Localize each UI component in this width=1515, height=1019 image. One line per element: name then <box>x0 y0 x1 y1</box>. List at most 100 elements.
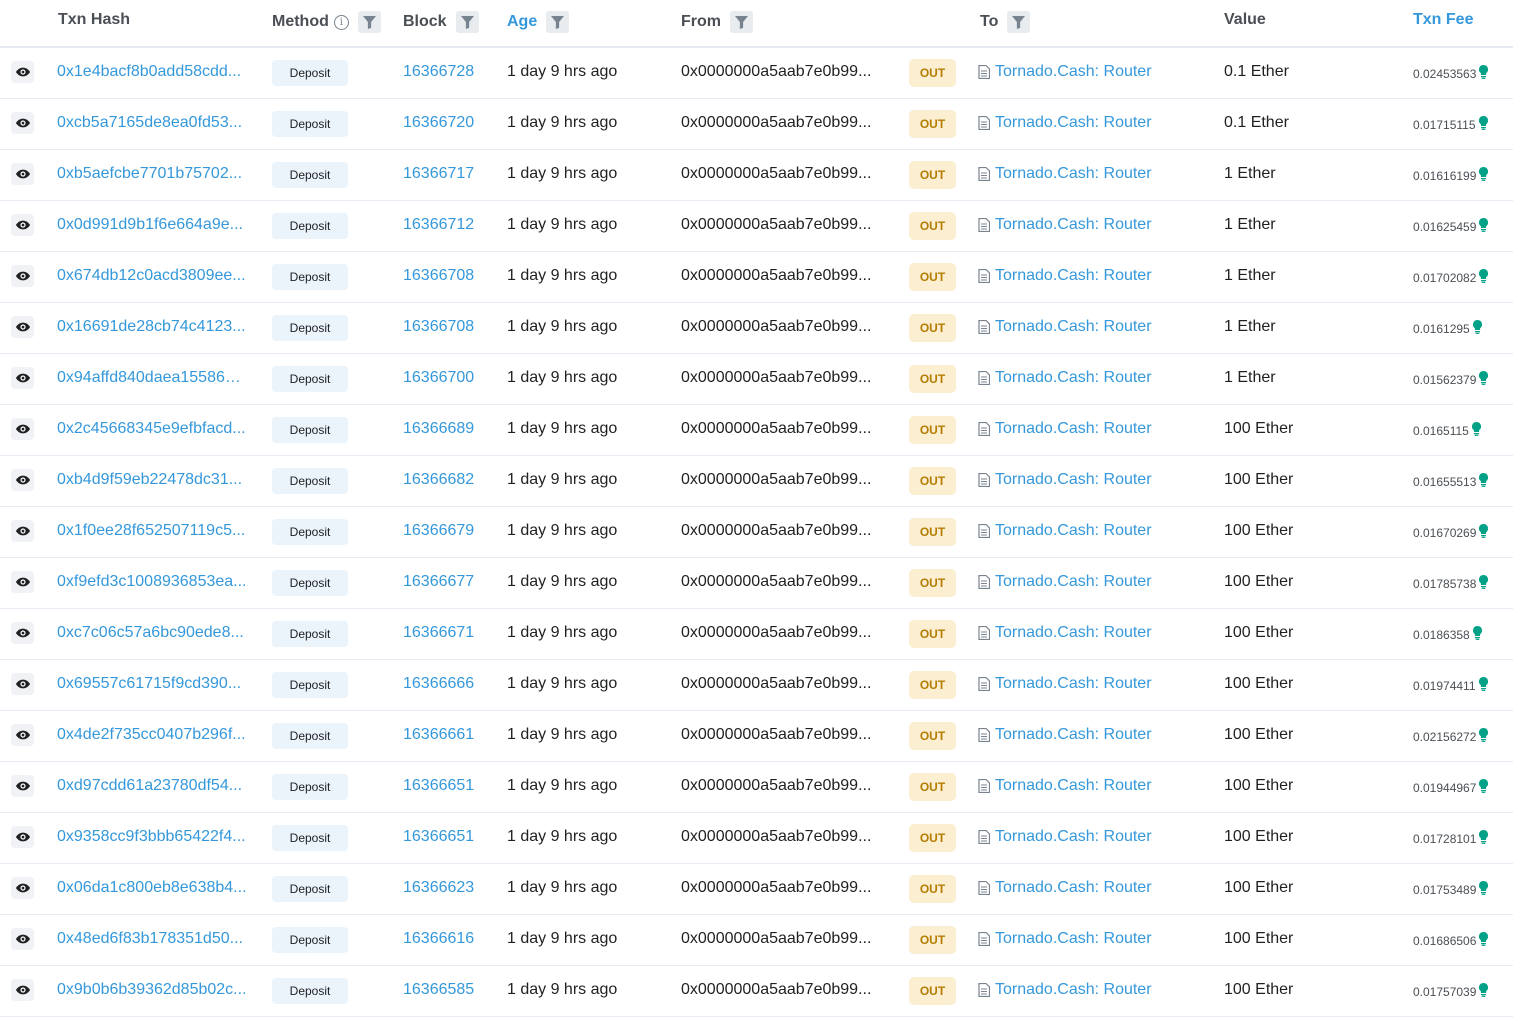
block-link[interactable]: 16366728 <box>403 63 474 81</box>
to-address[interactable]: Tornado.Cash: Router <box>978 675 1152 693</box>
eye-icon[interactable] <box>11 163 34 185</box>
to-address[interactable]: Tornado.Cash: Router <box>978 63 1152 81</box>
lightbulb-icon[interactable] <box>1478 676 1488 694</box>
to-address[interactable]: Tornado.Cash: Router <box>978 369 1152 387</box>
eye-icon[interactable] <box>11 826 34 848</box>
to-address[interactable]: Tornado.Cash: Router <box>978 471 1152 489</box>
txn-hash-link[interactable]: 0xd97cdd61a23780df54... <box>57 777 247 795</box>
txn-hash-link[interactable]: 0x0d991d9b1f6e664a9e... <box>57 216 247 234</box>
to-contract-link[interactable]: Tornado.Cash: Router <box>995 318 1152 336</box>
to-address[interactable]: Tornado.Cash: Router <box>978 420 1152 438</box>
block-link[interactable]: 16366661 <box>403 726 474 744</box>
lightbulb-icon[interactable] <box>1479 931 1489 949</box>
block-link[interactable]: 16366689 <box>403 420 474 438</box>
lightbulb-icon[interactable] <box>1479 727 1489 745</box>
block-link[interactable]: 16366717 <box>403 165 474 183</box>
to-address[interactable]: Tornado.Cash: Router <box>978 522 1152 540</box>
block-link[interactable]: 16366585 <box>403 981 474 999</box>
filter-icon[interactable] <box>455 11 479 33</box>
txn-hash-link[interactable]: 0x48ed6f83b178351d50... <box>57 930 247 948</box>
eye-icon[interactable] <box>11 979 34 1001</box>
info-icon[interactable]: i <box>333 14 349 30</box>
eye-icon[interactable] <box>11 571 34 593</box>
header-txn-fee[interactable]: Txn Fee <box>1413 11 1473 29</box>
to-contract-link[interactable]: Tornado.Cash: Router <box>995 522 1152 540</box>
block-link[interactable]: 16366666 <box>403 675 474 693</box>
lightbulb-icon[interactable] <box>1471 421 1481 439</box>
to-address[interactable]: Tornado.Cash: Router <box>978 267 1152 285</box>
txn-hash-link[interactable]: 0x69557c61715f9cd390... <box>57 675 247 693</box>
lightbulb-icon[interactable] <box>1479 778 1489 796</box>
eye-icon[interactable] <box>11 214 34 236</box>
to-address[interactable]: Tornado.Cash: Router <box>978 624 1152 642</box>
eye-icon[interactable] <box>11 520 34 542</box>
to-address[interactable]: Tornado.Cash: Router <box>978 318 1152 336</box>
block-link[interactable]: 16366616 <box>403 930 474 948</box>
block-link[interactable]: 16366712 <box>403 216 474 234</box>
txn-hash-link[interactable]: 0xb4d9f59eb22478dc31... <box>57 471 247 489</box>
eye-icon[interactable] <box>11 469 34 491</box>
block-link[interactable]: 16366677 <box>403 573 474 591</box>
txn-hash-link[interactable]: 0x1f0ee28f652507119c5... <box>57 522 247 540</box>
txn-hash-link[interactable]: 0x9358cc9f3bbb65422f4... <box>57 828 247 846</box>
lightbulb-icon[interactable] <box>1478 115 1488 133</box>
to-contract-link[interactable]: Tornado.Cash: Router <box>995 777 1152 795</box>
to-address[interactable]: Tornado.Cash: Router <box>978 777 1152 795</box>
block-link[interactable]: 16366700 <box>403 369 474 387</box>
header-txn-fee-label[interactable]: Txn Fee <box>1413 11 1473 29</box>
eye-icon[interactable] <box>11 112 34 134</box>
to-contract-link[interactable]: Tornado.Cash: Router <box>995 879 1152 897</box>
header-age[interactable]: Age <box>507 11 570 33</box>
to-address[interactable]: Tornado.Cash: Router <box>978 573 1152 591</box>
to-address[interactable]: Tornado.Cash: Router <box>978 930 1152 948</box>
lightbulb-icon[interactable] <box>1479 370 1489 388</box>
filter-icon[interactable] <box>1007 11 1031 33</box>
to-contract-link[interactable]: Tornado.Cash: Router <box>995 828 1152 846</box>
lightbulb-icon[interactable] <box>1479 523 1489 541</box>
lightbulb-icon[interactable] <box>1479 64 1489 82</box>
block-link[interactable]: 16366720 <box>403 114 474 132</box>
to-address[interactable]: Tornado.Cash: Router <box>978 165 1152 183</box>
lightbulb-icon[interactable] <box>1479 166 1489 184</box>
lightbulb-icon[interactable] <box>1479 880 1489 898</box>
eye-icon[interactable] <box>11 265 34 287</box>
eye-icon[interactable] <box>11 367 34 389</box>
block-link[interactable]: 16366671 <box>403 624 474 642</box>
txn-hash-link[interactable]: 0x16691de28cb74c4123... <box>57 318 247 336</box>
lightbulb-icon[interactable] <box>1479 829 1489 847</box>
to-contract-link[interactable]: Tornado.Cash: Router <box>995 726 1152 744</box>
lightbulb-icon[interactable] <box>1479 574 1489 592</box>
eye-icon[interactable] <box>11 775 34 797</box>
to-contract-link[interactable]: Tornado.Cash: Router <box>995 930 1152 948</box>
eye-icon[interactable] <box>11 622 34 644</box>
txn-hash-link[interactable]: 0x2c45668345e9efbfacd... <box>57 420 247 438</box>
block-link[interactable]: 16366651 <box>403 777 474 795</box>
eye-icon[interactable] <box>11 724 34 746</box>
filter-icon[interactable] <box>730 11 753 33</box>
txn-hash-link[interactable]: 0xf9efd3c1008936853ea... <box>57 573 247 591</box>
txn-hash-link[interactable]: 0x06da1c800eb8e638b4... <box>57 879 247 897</box>
to-contract-link[interactable]: Tornado.Cash: Router <box>995 114 1152 132</box>
lightbulb-icon[interactable] <box>1479 982 1489 1000</box>
block-link[interactable]: 16366651 <box>403 828 474 846</box>
txn-hash-link[interactable]: 0x1e4bacf8b0add58cdd... <box>57 63 247 81</box>
to-contract-link[interactable]: Tornado.Cash: Router <box>995 981 1152 999</box>
lightbulb-icon[interactable] <box>1472 625 1482 643</box>
block-link[interactable]: 16366708 <box>403 318 474 336</box>
to-address[interactable]: Tornado.Cash: Router <box>978 114 1152 132</box>
to-contract-link[interactable]: Tornado.Cash: Router <box>995 63 1152 81</box>
to-address[interactable]: Tornado.Cash: Router <box>978 726 1152 744</box>
txn-hash-link[interactable]: 0xc7c06c57a6bc90ede8... <box>57 624 247 642</box>
txn-hash-link[interactable]: 0x94affd840daea155866... <box>57 369 247 387</box>
block-link[interactable]: 16366708 <box>403 267 474 285</box>
filter-icon[interactable] <box>357 11 381 33</box>
txn-hash-link[interactable]: 0xb5aefcbe7701b75702... <box>57 165 247 183</box>
eye-icon[interactable] <box>11 316 34 338</box>
txn-hash-link[interactable]: 0x4de2f735cc0407b296f... <box>57 726 247 744</box>
eye-icon[interactable] <box>11 928 34 950</box>
block-link[interactable]: 16366679 <box>403 522 474 540</box>
to-contract-link[interactable]: Tornado.Cash: Router <box>995 624 1152 642</box>
txn-hash-link[interactable]: 0x674db12c0acd3809ee... <box>57 267 247 285</box>
lightbulb-icon[interactable] <box>1479 217 1489 235</box>
header-age-label[interactable]: Age <box>507 13 537 31</box>
